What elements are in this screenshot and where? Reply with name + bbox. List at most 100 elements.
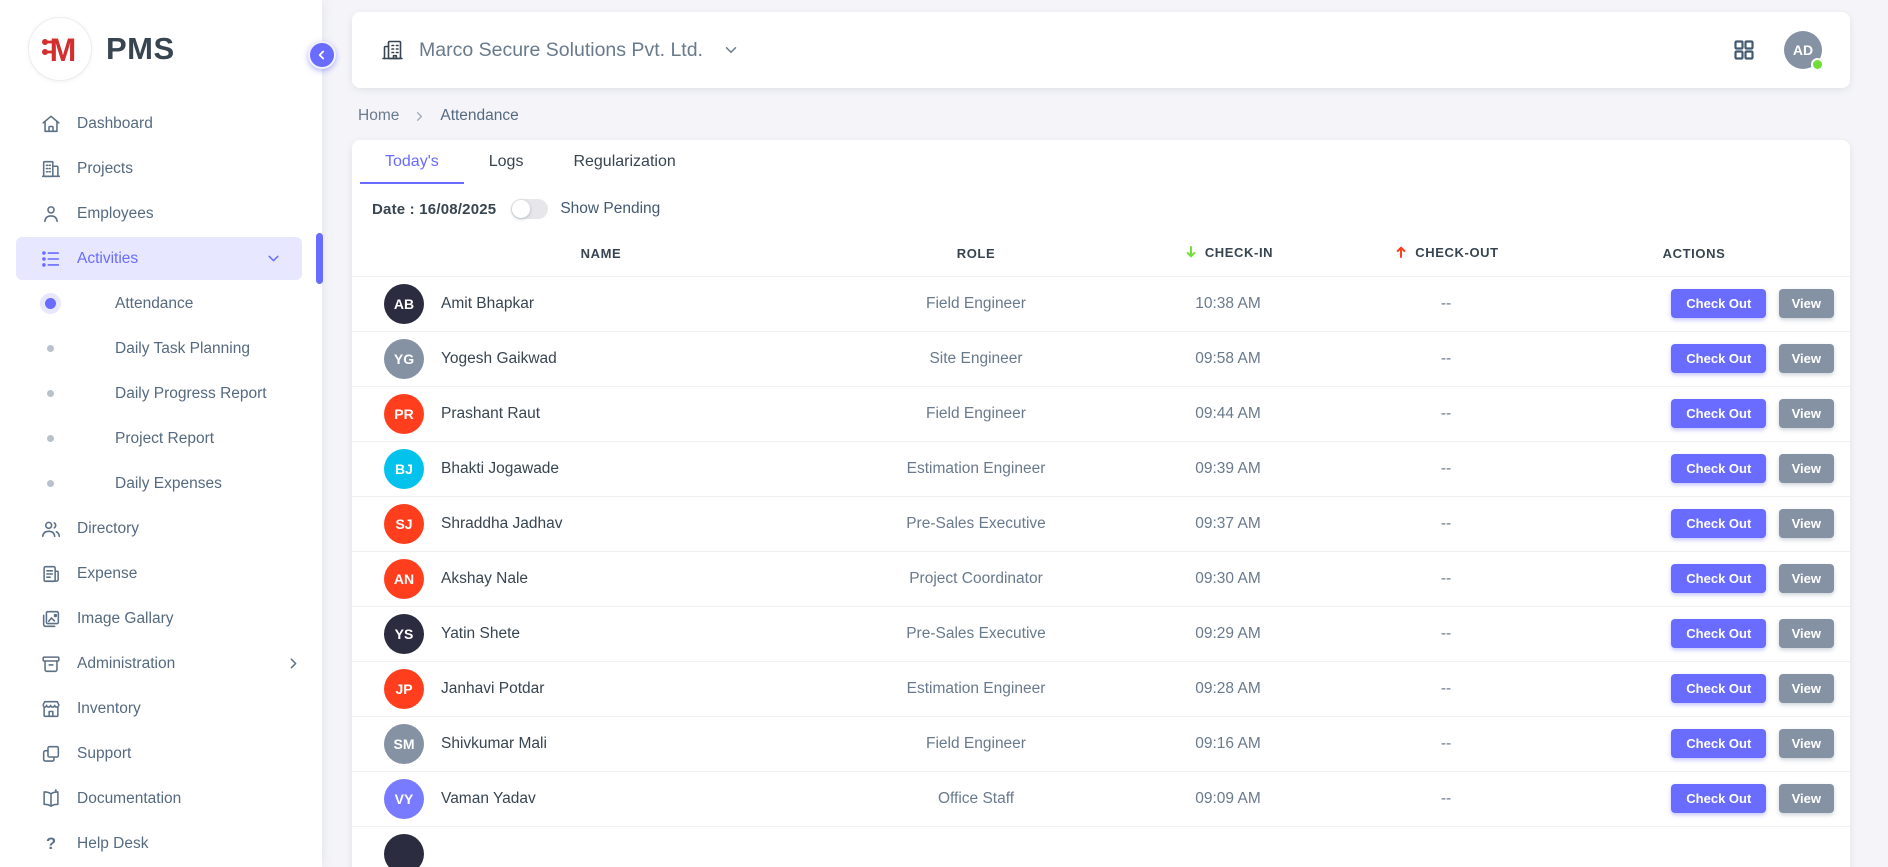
app-title: PMS (106, 31, 175, 67)
sidebar-item-documentation[interactable]: Documentation (0, 776, 322, 821)
table-body: AB Amit Bhapkar Field Engineer 10:38 AM … (352, 276, 1850, 867)
sidebar-item-support[interactable]: Support (0, 731, 322, 776)
sidebar-subitem-daily-progress-report[interactable]: Daily Progress Report (0, 371, 322, 416)
view-button[interactable]: View (1779, 289, 1834, 318)
sidebar-item-image-gallary[interactable]: Image Gallary (0, 596, 322, 641)
row-avatar: AN (384, 559, 424, 599)
sidebar-item-dashboard[interactable]: Dashboard (0, 101, 322, 146)
table-row: BJ Bhakti Jogawade Estimation Engineer 0… (352, 441, 1850, 496)
employee-role: Field Engineer (850, 386, 1102, 441)
sidebar-item-label: Directory (77, 520, 139, 538)
sidebar-item-projects[interactable]: Projects (0, 146, 322, 191)
logo-m-icon: M (38, 27, 82, 71)
table-header-row: NAME ROLE CHECK-IN (352, 232, 1850, 276)
topbar: Marco Secure Solutions Pvt. Ltd. AD (352, 12, 1850, 88)
user-avatar[interactable]: AD (1784, 31, 1822, 69)
row-avatar: JP (384, 669, 424, 709)
sidebar-collapse-button[interactable] (308, 41, 336, 69)
company-selector[interactable]: Marco Secure Solutions Pvt. Ltd. (380, 38, 740, 62)
checkin-time: 09:29 AM (1102, 606, 1354, 661)
sidebar-item-administration[interactable]: Administration (0, 641, 322, 686)
sidebar-item-expense[interactable]: Expense (0, 551, 322, 596)
sidebar-item-employees[interactable]: Employees (0, 191, 322, 236)
view-button[interactable]: View (1779, 344, 1834, 373)
breadcrumb-home[interactable]: Home (358, 107, 399, 125)
sidebar-item-directory[interactable]: Directory (0, 506, 322, 551)
check-out-button[interactable]: Check Out (1671, 564, 1766, 593)
question-icon: ? (40, 833, 62, 855)
view-button[interactable]: View (1779, 454, 1834, 483)
company-logo: M (28, 17, 92, 81)
active-edge-indicator (316, 233, 323, 284)
row-avatar: SJ (384, 504, 424, 544)
sidebar-item-inventory[interactable]: Inventory (0, 686, 322, 731)
sidebar-item-activities[interactable]: Activities (16, 237, 302, 280)
view-button[interactable]: View (1779, 784, 1834, 813)
view-button[interactable]: View (1779, 674, 1834, 703)
check-out-button[interactable]: Check Out (1671, 674, 1766, 703)
view-button[interactable]: View (1779, 619, 1834, 648)
bullet-icon (45, 298, 56, 309)
employee-role: Field Engineer (850, 716, 1102, 771)
employee-name: Yatin Shete (441, 625, 520, 643)
col-header-checkin[interactable]: CHECK-IN (1102, 232, 1354, 276)
apps-grid-icon[interactable] (1732, 38, 1756, 62)
row-avatar: BJ (384, 449, 424, 489)
tab-logs[interactable]: Logs (464, 140, 549, 184)
check-out-button[interactable]: Check Out (1671, 344, 1766, 373)
check-out-button[interactable]: Check Out (1671, 619, 1766, 648)
sidebar-item-label: Support (77, 745, 131, 763)
sidebar-item-label: Attendance (115, 295, 193, 313)
chevron-right-icon (412, 109, 427, 124)
checkin-time: 09:58 AM (1102, 331, 1354, 386)
view-button[interactable]: View (1779, 399, 1834, 428)
breadcrumb: Home Attendance (352, 88, 1850, 140)
employee-role: Site Engineer (850, 331, 1102, 386)
check-out-button[interactable]: Check Out (1671, 509, 1766, 538)
table-row: SM Shivkumar Mali Field Engineer 09:16 A… (352, 716, 1850, 771)
list-icon (40, 248, 62, 270)
employee-name: Yogesh Gaikwad (441, 350, 557, 368)
checkout-time: -- (1354, 551, 1538, 606)
check-out-button[interactable]: Check Out (1671, 454, 1766, 483)
employee-role: Estimation Engineer (850, 661, 1102, 716)
sidebar-item-label: Project Report (115, 430, 214, 448)
company-name: Marco Secure Solutions Pvt. Ltd. (419, 39, 703, 62)
sidebar-nav: Dashboard Projects Employees Activities … (0, 93, 322, 866)
check-out-button[interactable]: Check Out (1671, 729, 1766, 758)
check-out-button[interactable]: Check Out (1671, 399, 1766, 428)
view-button[interactable]: View (1779, 729, 1834, 758)
store-icon (40, 698, 62, 720)
sidebar-subitem-daily-expenses[interactable]: Daily Expenses (0, 461, 322, 506)
sidebar-subitem-daily-task-planning[interactable]: Daily Task Planning (0, 326, 322, 371)
view-button[interactable]: View (1779, 564, 1834, 593)
sidebar-subitem-project-report[interactable]: Project Report (0, 416, 322, 461)
view-button[interactable]: View (1779, 509, 1834, 538)
svg-text:M: M (50, 32, 77, 68)
checkin-time: 09:28 AM (1102, 661, 1354, 716)
check-out-button[interactable]: Check Out (1671, 289, 1766, 318)
image-icon (40, 608, 62, 630)
employee-name: Vaman Yadav (441, 790, 536, 808)
show-pending-toggle[interactable] (511, 199, 548, 219)
sidebar: M PMS Dashboard Projects Employees Activ… (0, 0, 322, 867)
sidebar-item-label: Inventory (77, 700, 141, 718)
table-row: AN Akshay Nale Project Coordinator 09:30… (352, 551, 1850, 606)
table-row: AB Amit Bhapkar Field Engineer 10:38 AM … (352, 276, 1850, 331)
tab-todays[interactable]: Today's (360, 140, 464, 184)
check-out-button[interactable]: Check Out (1671, 784, 1766, 813)
employee-name: Amit Bhapkar (441, 295, 534, 313)
sidebar-item-label: Expense (77, 565, 137, 583)
col-header-checkout[interactable]: CHECK-OUT (1354, 232, 1538, 276)
tab-regularization[interactable]: Regularization (548, 140, 700, 184)
bullet-icon (47, 435, 54, 442)
col-header-role: ROLE (850, 232, 1102, 276)
table-row: VY Vaman Yadav Office Staff 09:09 AM -- … (352, 771, 1850, 826)
sidebar-subitem-attendance[interactable]: Attendance (0, 281, 322, 326)
checkout-time: -- (1354, 771, 1538, 826)
employee-role (850, 826, 1102, 867)
sidebar-item-label: Image Gallary (77, 610, 173, 628)
arrow-up-icon (1393, 244, 1409, 260)
breadcrumb-current: Attendance (440, 107, 518, 125)
sidebar-item-help-desk[interactable]: ? Help Desk (0, 821, 322, 866)
